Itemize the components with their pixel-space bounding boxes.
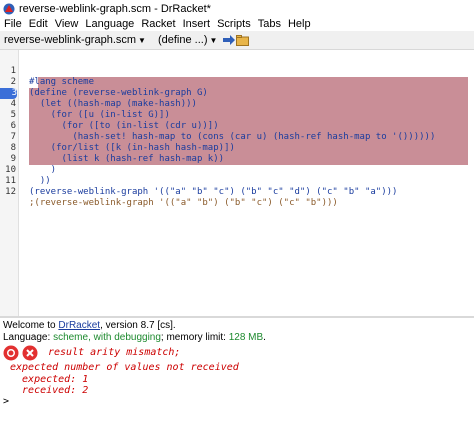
line-number: 12 (5, 187, 16, 197)
menu-help[interactable]: Help (288, 18, 311, 30)
chevron-down-icon: ▼ (138, 35, 146, 45)
drracket-link[interactable]: DrRacket (58, 320, 100, 331)
menu-language[interactable]: Language (85, 18, 134, 30)
code-line: 3 (let ((hash-map (make-hash))) (0, 77, 474, 109)
toolbar: reverse-weblink-graph.scm ▼ (define ...)… (0, 31, 474, 50)
file-dropdown-label: reverse-weblink-graph.scm (4, 34, 137, 46)
language-name: scheme, with debugging (53, 332, 161, 343)
language-mid: ; memory limit: (160, 332, 229, 343)
arrow-right-icon[interactable] (223, 35, 236, 45)
language-prefix: Language: (3, 332, 54, 343)
code-line: 5 (for ([to (in-list (cdr u))]) (0, 99, 474, 131)
definitions-editor[interactable]: 1 #lang scheme 2 (define (reverse-weblin… (0, 50, 474, 316)
menu-edit[interactable]: Edit (29, 18, 48, 30)
menu-bar: File Edit View Language Racket Insert Sc… (0, 17, 474, 31)
window-title: reverse-weblink-graph.scm - DrRacket* (19, 2, 211, 15)
code-line: 12 ;(reverse-weblink-graph '(("a" "b") (… (0, 176, 474, 208)
error-message: expected number of values not received (10, 362, 239, 373)
menu-tabs[interactable]: Tabs (258, 18, 281, 30)
code-line: 8 (list k (hash-ref hash-map k)) (0, 132, 474, 164)
language-line: Language: scheme, with debugging; memory… (3, 332, 266, 343)
code-line: 10 )) (0, 154, 474, 186)
welcome-suffix: , version 8.7 [cs]. (100, 320, 176, 331)
repl-prompt[interactable]: > (3, 396, 9, 407)
interactions-pane[interactable]: Welcome to DrRacket, version 8.7 [cs]. L… (0, 318, 474, 447)
code-line: 1 #lang scheme (0, 55, 474, 87)
define-dropdown-label: (define ...) (157, 34, 208, 46)
code-line: 2 (define (reverse-weblink-graph G) (0, 66, 474, 98)
code-text: ;(reverse-weblink-graph '(("a" "b") ("b"… (29, 198, 338, 208)
menu-insert[interactable]: Insert (183, 18, 211, 30)
language-end: . (263, 332, 266, 343)
title-bar: reverse-weblink-graph.scm - DrRacket* (0, 0, 474, 17)
menu-racket[interactable]: Racket (141, 18, 175, 30)
code-line: 4 (for ([u (in-list G)]) (0, 88, 474, 120)
error-expected: expected: 1 (10, 374, 89, 385)
folder-icon[interactable] (236, 34, 250, 46)
menu-view[interactable]: View (55, 18, 79, 30)
drracket-logo-icon (3, 3, 15, 15)
memory-limit: 128 MB (228, 332, 264, 343)
code-line: 9 ) (0, 143, 474, 175)
menu-file[interactable]: File (4, 18, 22, 30)
welcome-line: Welcome to DrRacket, version 8.7 [cs]. (3, 320, 176, 331)
code-line: 7 (for/list ([k (in-hash hash-map)]) (0, 121, 474, 153)
file-dropdown[interactable]: reverse-weblink-graph.scm ▼ (4, 34, 146, 46)
chevron-down-icon: ▼ (209, 35, 218, 45)
welcome-prefix: Welcome to (3, 320, 59, 331)
code-line: 11 (reverse-weblink-graph '(("a" "b" "c"… (0, 165, 474, 197)
menu-scripts[interactable]: Scripts (217, 18, 251, 30)
error-received: received: 2 (10, 385, 89, 396)
define-dropdown[interactable]: (define ...) ▼ (158, 34, 217, 46)
code-line: 6 (hash-set! hash-map to (cons (car u) (… (0, 110, 474, 142)
code-text: (reverse-weblink-graph '(("a" "b" "c") (… (29, 187, 398, 197)
